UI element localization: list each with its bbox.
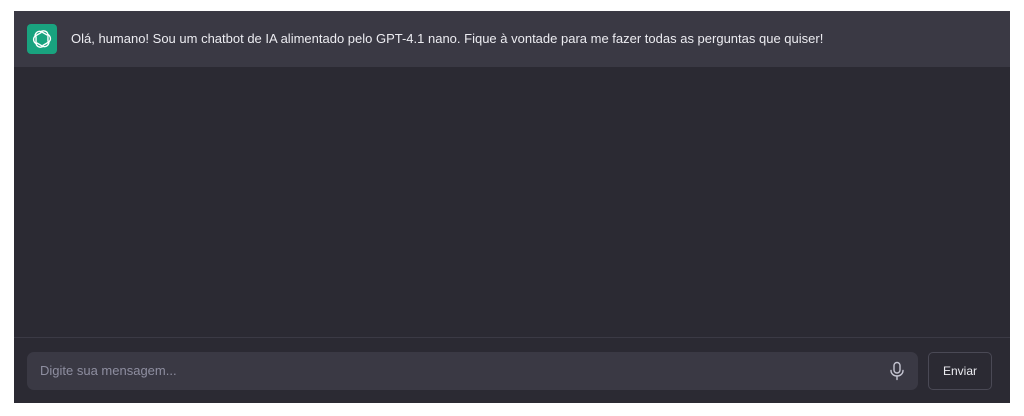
bot-message-row: Olá, humano! Sou um chatbot de IA alimen… xyxy=(14,11,1010,67)
message-input[interactable] xyxy=(27,351,880,390)
bot-message-text: Olá, humano! Sou um chatbot de IA alimen… xyxy=(71,31,824,46)
microphone-button[interactable] xyxy=(880,354,914,388)
messages-area xyxy=(14,67,1010,337)
send-button[interactable]: Enviar xyxy=(928,351,992,390)
microphone-icon xyxy=(890,361,904,380)
composer-bar: Enviar xyxy=(14,337,1010,403)
openai-logo-icon xyxy=(27,24,57,54)
chat-window: Olá, humano! Sou um chatbot de IA alimen… xyxy=(14,11,1010,403)
message-input-wrapper xyxy=(27,351,918,390)
